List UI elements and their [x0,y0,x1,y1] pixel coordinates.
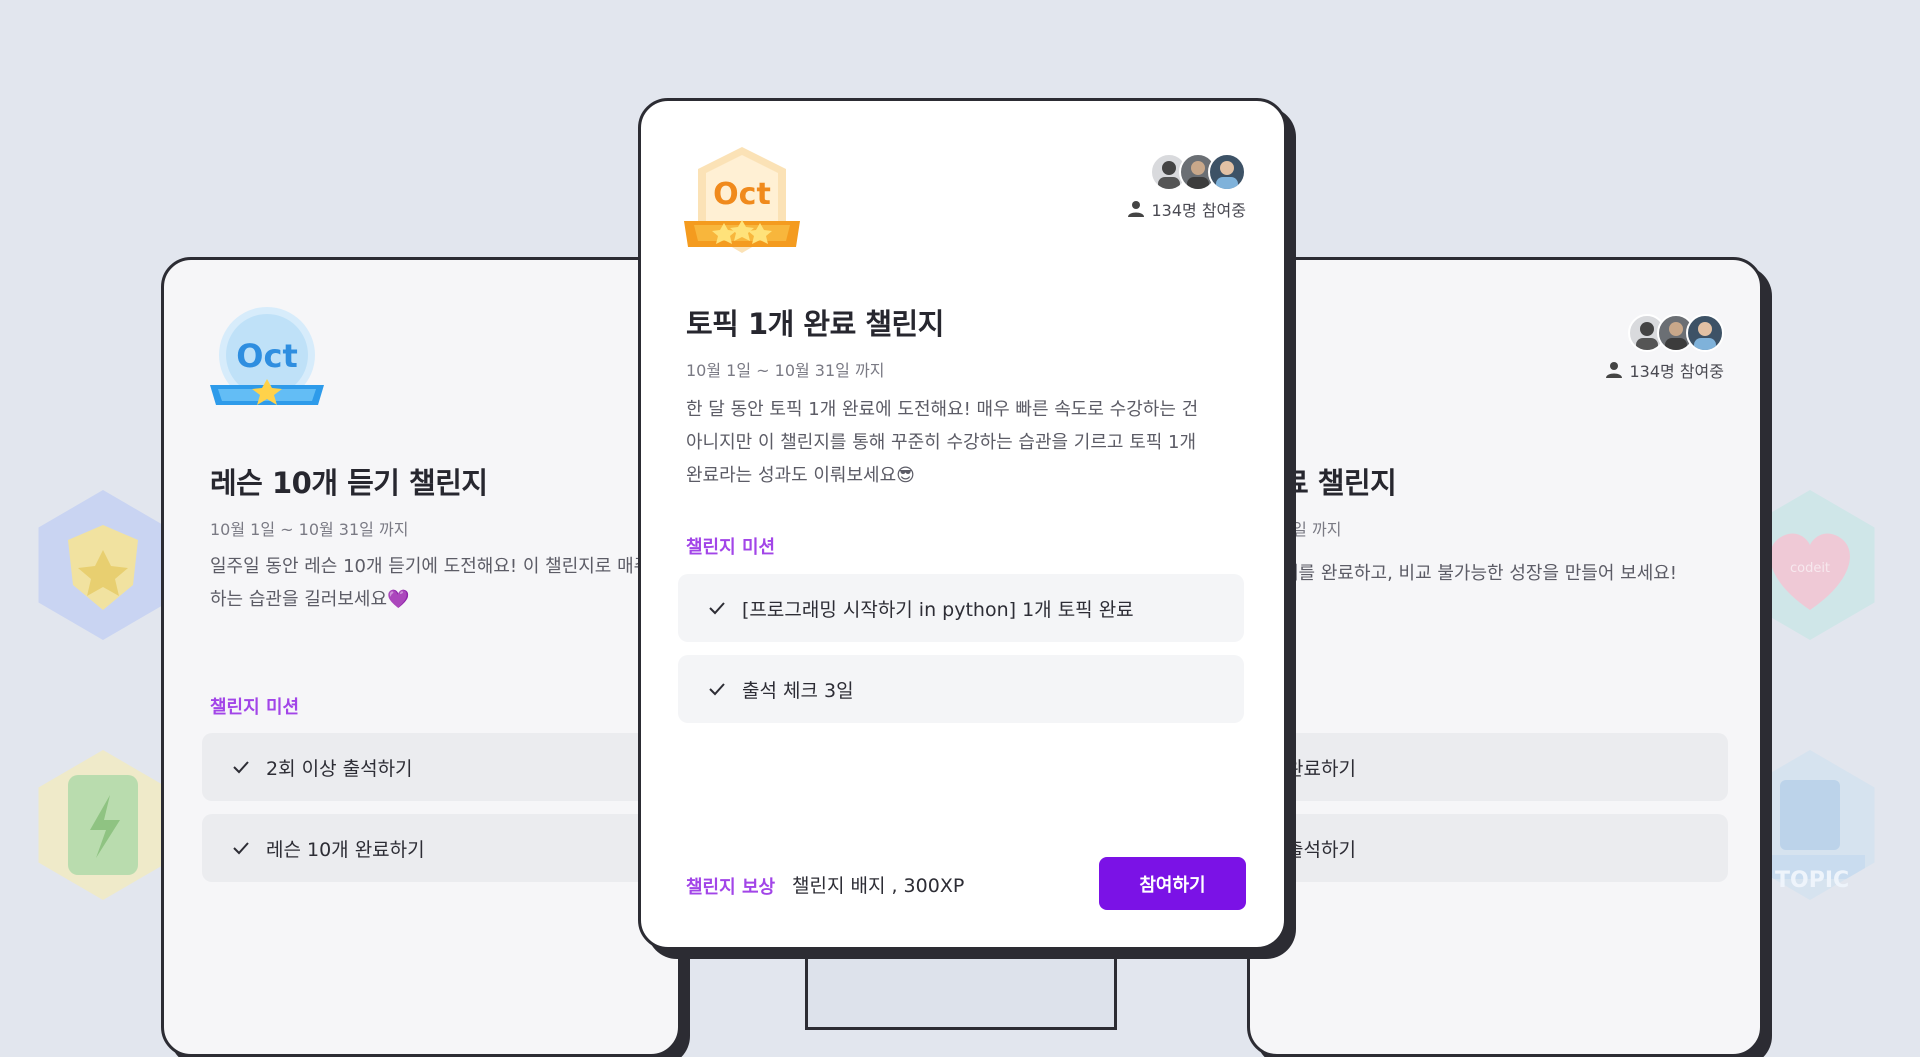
mission-label: 챌린지 미션 [210,697,300,718]
card-description: 한 달 동안 토픽 1개 완료에 도전해요! 매우 빠른 속도로 수강하는 건 … [686,399,1199,486]
participants: 134명 참여중 [1605,314,1724,382]
mission-item: 완료하기 [1250,733,1728,801]
topic-challenge-card-right[interactable]: 134명 참여중 료 챌린지 1일 까지 개를 완료하고, 비교 불가능한 성장… [1247,257,1763,1057]
check-icon [709,602,725,615]
mission-label: 챌린지 미션 [686,537,776,558]
topic-badge-label: TOPIC [1775,868,1850,893]
card-title: 료 챌린지 [1282,466,1397,500]
card-description: 개를 완료하고, 비교 불가능한 성장을 만들어 보세요! [1282,563,1678,584]
svg-text:codeit: codeit [1790,561,1830,576]
check-icon [709,683,725,696]
lesson-challenge-card[interactable]: Oct 레슨 10개 듣기 챌린지 10월 1일 ~ 10월 31일 까지 일주… [161,257,682,1057]
background-battery-badge [38,750,168,900]
person-icon [1606,362,1623,378]
mission-item: 2회 이상 출석하기 [202,733,682,801]
topic-challenge-card[interactable]: Oct 134명 참여중 토픽 1개 완료 챌린지 10월 1일 ~ 10월 3… [638,98,1287,950]
join-button[interactable]: 참여하기 [1099,857,1246,910]
card-description: 일주일 동안 레슨 10개 듣기에 도전해요! 이 챌린지로 매주 하는 습관을… [210,556,651,610]
mission-item: 출석 체크 3일 [678,655,1244,723]
background-shield-badge [38,490,168,640]
reward-value: 챌린지 배지 , 300XP [792,875,965,897]
card-period: 10월 1일 ~ 10월 31일 까지 [686,361,885,380]
avatar [1208,153,1246,191]
participants-count: 134명 참여중 [1629,362,1724,381]
card-period: 10월 1일 ~ 10월 31일 까지 [210,520,409,539]
card-period: 1일 까지 [1282,520,1342,539]
reward-label: 챌린지 보상 [686,877,776,898]
svg-text:Oct: Oct [236,337,297,375]
participant-avatars [1150,153,1246,191]
check-icon [233,761,249,774]
oct-blue-badge: Oct [206,305,328,415]
participants-count: 134명 참여중 [1151,201,1246,220]
participant-avatars [1628,314,1724,352]
svg-text:Oct: Oct [713,177,771,212]
oct-orange-badge: Oct [682,145,802,261]
participants: 134명 참여중 [1127,153,1246,221]
mission-item: [프로그래밍 시작하기 in python] 1개 토픽 완료 [678,574,1244,642]
card-title: 토픽 1개 완료 챌린지 [686,307,944,341]
avatar [1686,314,1724,352]
card-stand [805,940,1117,1030]
mission-item: 레슨 10개 완료하기 [202,814,682,882]
check-icon [233,842,249,855]
card-title: 레슨 10개 듣기 챌린지 [210,466,488,500]
mission-item: 출석하기 [1250,814,1728,882]
person-icon [1128,201,1145,217]
